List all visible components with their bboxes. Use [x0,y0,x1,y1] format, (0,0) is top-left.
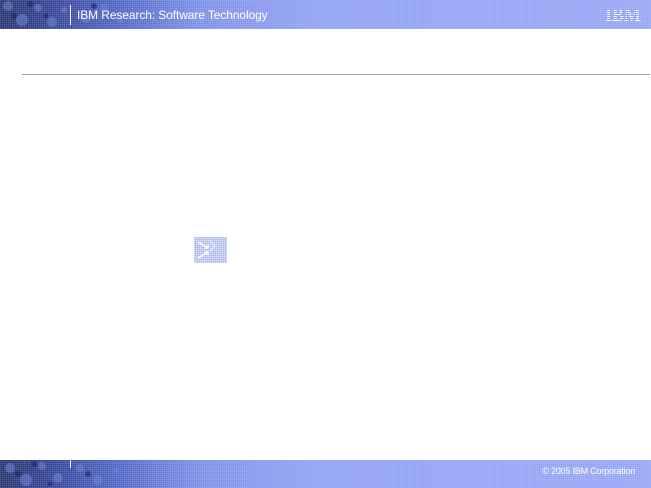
ibm-logo-text: IBM [605,6,641,24]
circuit-pattern-icon [5,461,119,487]
ibm-logo-icon: IBM [605,6,641,24]
arrow-graphic [194,237,227,263]
title-rule [22,74,650,75]
header-title: IBM Research: Software Technology [77,8,268,22]
header-divider [70,5,71,25]
arrow-graphic-icon [197,240,216,259]
footer-divider [70,460,71,468]
footer-copyright: © 2005 IBM Corporation [542,466,635,476]
header-bar: IBM Research: Software Technology IBM [0,0,651,29]
footer-bar: © 2005 IBM Corporation [0,460,651,488]
presentation-slide: IBM Research: Software Technology IBM © … [0,0,651,488]
